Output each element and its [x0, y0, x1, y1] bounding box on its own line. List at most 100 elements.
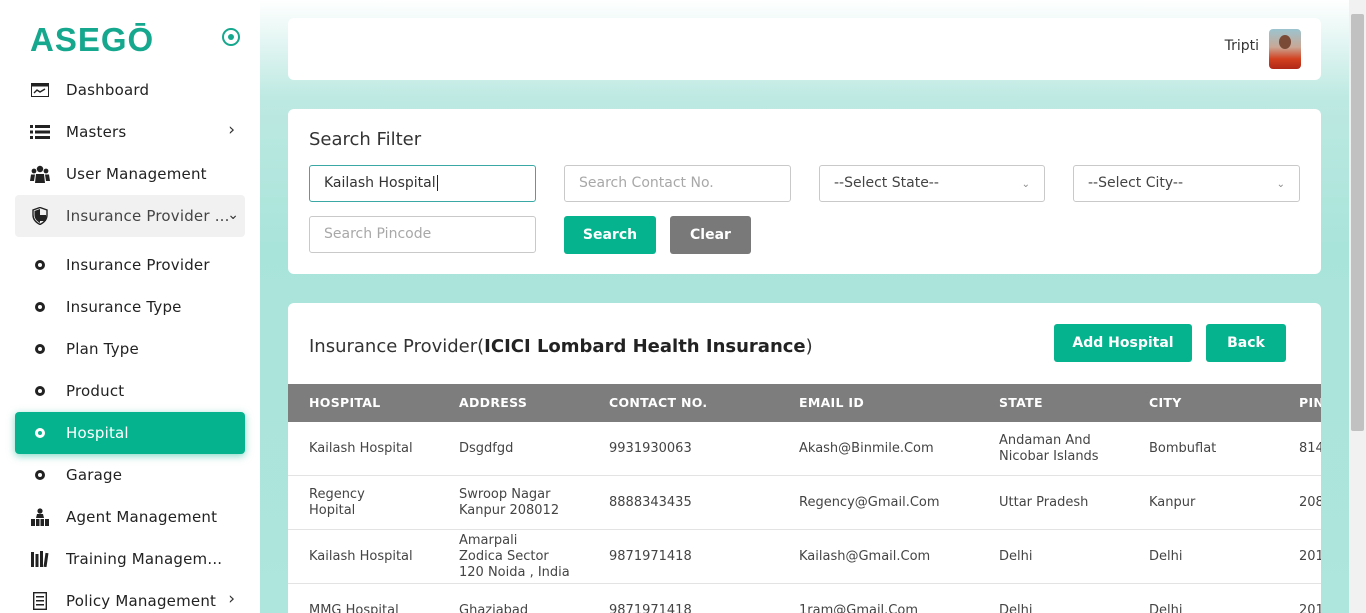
sidebar-item-insurance-provider-group[interactable]: Insurance Provider ... ⌄ [15, 195, 245, 237]
sidebar-item-label: User Management [66, 165, 207, 183]
sidebar-item-label: Insurance Type [66, 298, 182, 316]
chevron-down-icon: ⌄ [1276, 179, 1285, 190]
cell-contact: 9871971418 [609, 549, 692, 564]
sidebar-item-label: Insurance Provider ... [66, 207, 230, 225]
table-row[interactable]: Kailash Hospital Dsgdfgd 9931930063 Akas… [288, 422, 1321, 476]
cell-address: Amarpali Zodica Sector 120 Noida , India [459, 533, 570, 580]
document-icon [30, 592, 50, 610]
bullet-icon [35, 344, 45, 354]
sidebar-item-garage[interactable]: Garage [15, 454, 245, 496]
sidebar-item-label: Training Managem... [66, 550, 223, 568]
cell-state: Delhi [999, 603, 1033, 613]
state-select[interactable]: --Select State-- ⌄ [819, 165, 1045, 202]
users-icon [30, 165, 50, 183]
cell-pin: 208 [1299, 495, 1321, 510]
sidebar-item-agent-management[interactable]: Agent Management [15, 496, 245, 538]
cell-address: Ghaziabad [459, 603, 529, 613]
user-name: Tripti [1224, 38, 1259, 54]
agent-icon [30, 508, 50, 526]
cell-city: Bombuflat [1149, 441, 1217, 456]
cell-email: Regency@Gmail.Com [799, 495, 940, 510]
sidebar-item-label: Masters [66, 123, 127, 141]
sidebar-item-training-management[interactable]: Training Managem... [15, 538, 245, 580]
shield-icon [30, 207, 50, 225]
list-title-prefix: Insurance Provider( [309, 336, 485, 357]
search-filter-title: Search Filter [309, 129, 422, 150]
column-header-pin[interactable]: PIN [1299, 384, 1321, 422]
sidebar-item-masters[interactable]: Masters › [15, 111, 245, 153]
sidebar-item-label: Policy Management [66, 592, 217, 610]
sidebar-item-dashboard[interactable]: Dashboard [15, 69, 245, 111]
cell-address: Swroop Nagar Kanpur 208012 [459, 487, 560, 518]
sidebar-item-label: Garage [66, 466, 123, 484]
bullet-icon [35, 260, 45, 270]
cell-address: Dsgdfgd [459, 441, 514, 456]
back-button[interactable]: Back [1206, 324, 1286, 362]
column-header-email[interactable]: EMAIL ID [799, 384, 864, 422]
books-icon [30, 550, 50, 568]
avatar[interactable] [1269, 29, 1301, 69]
sidebar-item-hospital[interactable]: Hospital [15, 412, 245, 454]
bullet-icon [35, 470, 45, 480]
hospital-search-input[interactable]: Kailash Hospital [309, 165, 536, 202]
pincode-search-input[interactable]: Search Pincode [309, 216, 536, 253]
bullet-icon [35, 386, 45, 396]
contact-search-input[interactable]: Search Contact No. [564, 165, 791, 202]
list-title-suffix: ) [805, 336, 813, 357]
add-hospital-button[interactable]: Add Hospital [1054, 324, 1192, 362]
bullet-icon [35, 302, 45, 312]
chevron-right-icon: › [228, 120, 235, 140]
hospital-search-value: Kailash Hospital [324, 175, 436, 191]
brand-row: ASEGŌ [30, 22, 242, 58]
city-select-value: --Select City-- [1088, 175, 1184, 191]
bullet-icon [35, 428, 45, 438]
column-header-hospital[interactable]: HOSPITAL [309, 384, 381, 422]
cell-hospital: Regency Hopital [309, 487, 365, 518]
cell-pin: 201 [1299, 549, 1321, 564]
column-header-contact[interactable]: CONTACT NO. [609, 384, 707, 422]
logo: ASEGŌ [30, 21, 155, 58]
table-row[interactable]: MMG Hospital Ghaziabad 9871971418 1ram@G… [288, 584, 1321, 613]
city-select[interactable]: --Select City-- ⌄ [1073, 165, 1300, 202]
sidebar-item-label: Agent Management [66, 508, 218, 526]
cell-email: Kailash@Gmail.Com [799, 549, 931, 564]
sidebar-item-label: Product [66, 382, 125, 400]
table-row[interactable]: Kailash Hospital Amarpali Zodica Sector … [288, 530, 1321, 584]
page-scrollbar[interactable] [1349, 0, 1366, 613]
cell-pin: 201 [1299, 603, 1321, 613]
column-header-state[interactable]: STATE [999, 384, 1043, 422]
column-header-city[interactable]: CITY [1149, 384, 1182, 422]
chevron-right-icon: › [228, 589, 235, 609]
table-header: HOSPITAL ADDRESS CONTACT NO. EMAIL ID ST… [288, 384, 1321, 422]
cell-email: 1ram@Gmail.Com [799, 603, 918, 613]
state-select-value: --Select State-- [834, 175, 939, 191]
sidebar-item-insurance-type[interactable]: Insurance Type [15, 286, 245, 328]
hospital-list-card: Insurance Provider(ICICI Lombard Health … [288, 303, 1321, 613]
scrollbar-thumb[interactable] [1351, 14, 1364, 431]
top-bar: Tripti [288, 18, 1321, 80]
sidebar-item-policy-management[interactable]: Policy Management › [15, 580, 245, 613]
sidebar-toggle-icon[interactable] [222, 28, 240, 46]
cell-city: Delhi [1149, 603, 1183, 613]
sidebar-item-user-management[interactable]: User Management [15, 153, 245, 195]
table-row[interactable]: Regency Hopital Swroop Nagar Kanpur 2080… [288, 476, 1321, 530]
main-content: Tripti Search Filter Kailash Hospital Se… [260, 0, 1349, 613]
cell-city: Delhi [1149, 549, 1183, 564]
cell-city: Kanpur [1149, 495, 1196, 510]
cell-contact: 9931930063 [609, 441, 692, 456]
cell-state: Andaman And Nicobar Islands [999, 433, 1099, 464]
cell-hospital: MMG Hospital [309, 603, 399, 613]
sidebar-item-label: Dashboard [66, 81, 150, 99]
cell-contact: 8888343435 [609, 495, 692, 510]
column-header-address[interactable]: ADDRESS [459, 384, 527, 422]
search-button[interactable]: Search [564, 216, 656, 254]
sidebar-item-product[interactable]: Product [15, 370, 245, 412]
cell-pin: 814 [1299, 441, 1321, 456]
sidebar-item-plan-type[interactable]: Plan Type [15, 328, 245, 370]
clear-button[interactable]: Clear [670, 216, 751, 254]
sidebar-item-insurance-provider[interactable]: Insurance Provider [15, 244, 245, 286]
cell-state: Uttar Pradesh [999, 495, 1089, 510]
chevron-down-icon: ⌄ [1021, 179, 1030, 190]
text-cursor [436, 175, 438, 191]
cell-contact: 9871971418 [609, 603, 692, 613]
